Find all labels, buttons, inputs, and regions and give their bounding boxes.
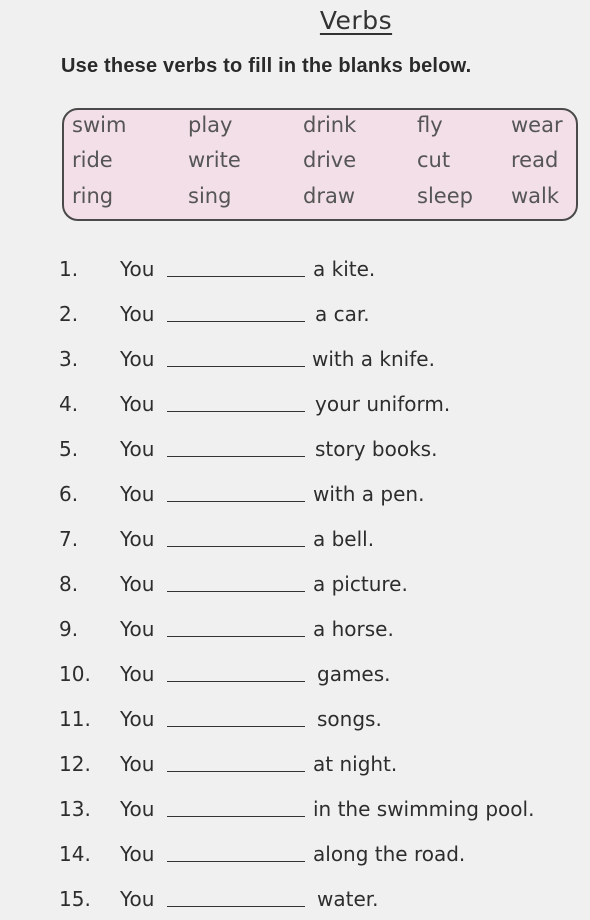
sentence-subject: You bbox=[120, 302, 155, 326]
sentence-ending: a car. bbox=[315, 302, 370, 326]
sentence-row: 14. You along the road. bbox=[0, 842, 590, 872]
sentence-number: 11. bbox=[59, 707, 91, 731]
sentence-ending: at night. bbox=[313, 752, 398, 776]
answer-blank[interactable] bbox=[167, 861, 305, 862]
verb-word: drive bbox=[303, 148, 357, 172]
verb-word: ring bbox=[72, 184, 114, 208]
sentence-number: 6. bbox=[59, 482, 79, 506]
answer-blank[interactable] bbox=[167, 906, 305, 907]
sentence-row: 4. You your uniform. bbox=[0, 392, 590, 422]
sentence-number: 2. bbox=[59, 302, 79, 326]
sentence-ending: games. bbox=[317, 662, 391, 686]
sentence-number: 12. bbox=[59, 752, 91, 776]
answer-blank[interactable] bbox=[167, 276, 305, 277]
sentence-row: 8. You a picture. bbox=[0, 572, 590, 602]
sentence-number: 15. bbox=[59, 887, 91, 911]
sentence-subject: You bbox=[120, 572, 155, 596]
sentence-ending: along the road. bbox=[313, 842, 466, 866]
sentence-subject: You bbox=[120, 527, 155, 551]
sentence-row: 10. You games. bbox=[0, 662, 590, 692]
sentence-ending: in the swimming pool. bbox=[313, 797, 535, 821]
sentence-number: 4. bbox=[59, 392, 79, 416]
answer-blank[interactable] bbox=[167, 411, 305, 412]
sentence-row: 3. You with a knife. bbox=[0, 347, 590, 377]
verb-word-box: swim play drink fly wear ride write driv… bbox=[62, 108, 578, 221]
sentence-row: 15. You water. bbox=[0, 887, 590, 917]
verb-word: walk bbox=[511, 184, 560, 208]
answer-blank[interactable] bbox=[167, 636, 305, 637]
sentence-row: 13. You in the swimming pool. bbox=[0, 797, 590, 827]
sentence-ending: a picture. bbox=[313, 572, 408, 596]
verb-word: drink bbox=[303, 113, 357, 137]
verb-word: read bbox=[511, 148, 559, 172]
sentence-subject: You bbox=[120, 392, 155, 416]
sentence-subject: You bbox=[120, 752, 155, 776]
sentence-row: 2. You a car. bbox=[0, 302, 590, 332]
answer-blank[interactable] bbox=[167, 501, 305, 502]
instruction-text: Use these verbs to fill in the blanks be… bbox=[61, 55, 472, 77]
sentence-number: 8. bbox=[59, 572, 79, 596]
sentence-number: 5. bbox=[59, 437, 79, 461]
sentence-subject: You bbox=[120, 662, 155, 686]
sentence-subject: You bbox=[120, 617, 155, 641]
answer-blank[interactable] bbox=[167, 456, 305, 457]
verb-word: sing bbox=[188, 184, 232, 208]
sentence-subject: You bbox=[120, 347, 155, 371]
sentence-subject: You bbox=[120, 797, 155, 821]
sentence-subject: You bbox=[120, 482, 155, 506]
answer-blank[interactable] bbox=[167, 681, 305, 682]
sentence-subject: You bbox=[120, 707, 155, 731]
answer-blank[interactable] bbox=[167, 591, 305, 592]
sentence-subject: You bbox=[120, 887, 155, 911]
sentence-number: 1. bbox=[59, 257, 79, 281]
sentence-ending: songs. bbox=[317, 707, 382, 731]
verb-word: sleep bbox=[417, 184, 473, 208]
sentence-number: 13. bbox=[59, 797, 91, 821]
sentence-number: 14. bbox=[59, 842, 91, 866]
sentence-row: 6. You with a pen. bbox=[0, 482, 590, 512]
sentence-row: 12. You at night. bbox=[0, 752, 590, 782]
sentence-subject: You bbox=[120, 257, 155, 281]
verb-word: swim bbox=[72, 113, 127, 137]
sentence-number: 9. bbox=[59, 617, 79, 641]
sentence-ending: with a pen. bbox=[313, 482, 425, 506]
sentence-number: 3. bbox=[59, 347, 79, 371]
sentence-subject: You bbox=[120, 437, 155, 461]
sentence-ending: a kite. bbox=[313, 257, 376, 281]
answer-blank[interactable] bbox=[167, 321, 305, 322]
sentence-ending: with a knife. bbox=[312, 347, 435, 371]
sentence-number: 10. bbox=[59, 662, 91, 686]
verb-word: wear bbox=[511, 113, 563, 137]
answer-blank[interactable] bbox=[167, 546, 305, 547]
verb-word: draw bbox=[303, 184, 356, 208]
verb-word: cut bbox=[417, 148, 451, 172]
sentence-row: 7. You a bell. bbox=[0, 527, 590, 557]
verb-word: fly bbox=[417, 113, 443, 137]
sentence-ending: water. bbox=[317, 887, 379, 911]
answer-blank[interactable] bbox=[167, 816, 305, 817]
verb-word: ride bbox=[72, 148, 113, 172]
sentence-row: 11. You songs. bbox=[0, 707, 590, 737]
sentence-row: 5. You story books. bbox=[0, 437, 590, 467]
sentence-row: 1. You a kite. bbox=[0, 257, 590, 287]
sentence-ending: a horse. bbox=[313, 617, 394, 641]
sentence-ending: your uniform. bbox=[315, 392, 451, 416]
sentence-row: 9. You a horse. bbox=[0, 617, 590, 647]
verb-word: write bbox=[188, 148, 241, 172]
page-title: Verbs bbox=[319, 6, 393, 35]
sentence-ending: a bell. bbox=[313, 527, 375, 551]
sentence-subject: You bbox=[120, 842, 155, 866]
verb-word: play bbox=[188, 113, 233, 137]
answer-blank[interactable] bbox=[167, 771, 305, 772]
sentence-number: 7. bbox=[59, 527, 79, 551]
sentence-ending: story books. bbox=[315, 437, 438, 461]
answer-blank[interactable] bbox=[167, 726, 305, 727]
answer-blank[interactable] bbox=[167, 366, 305, 367]
